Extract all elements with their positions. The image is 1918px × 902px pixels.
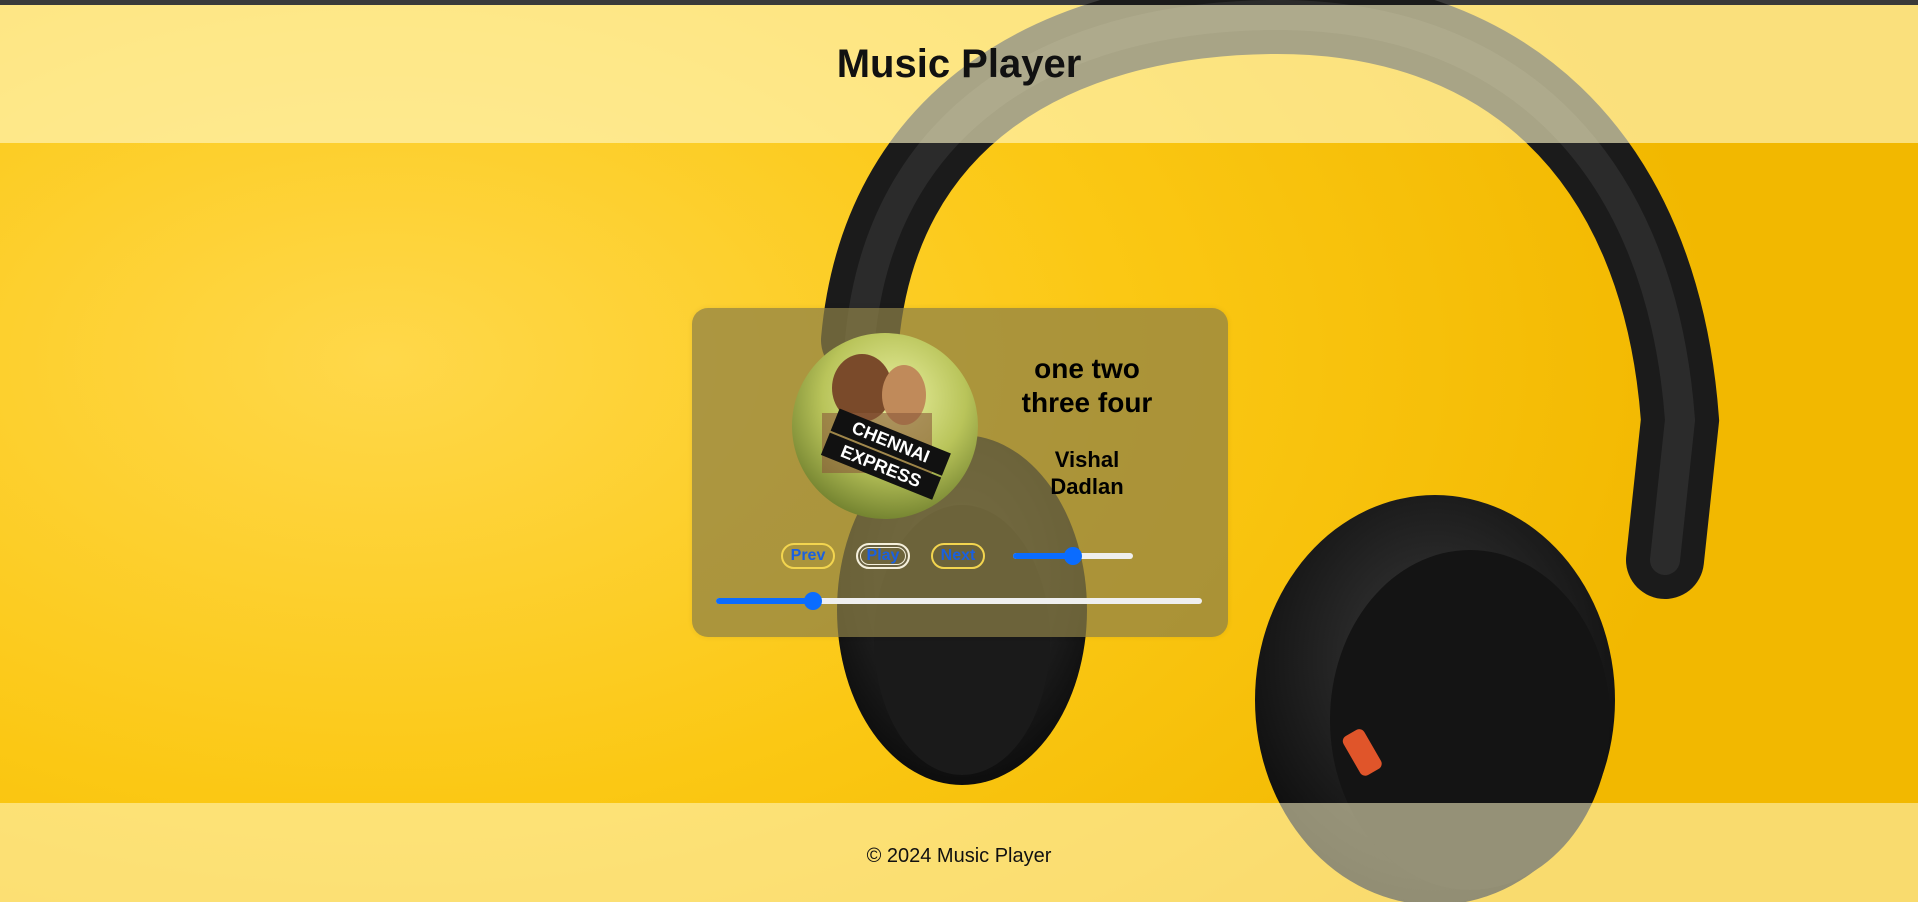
volume-slider[interactable] (1013, 547, 1133, 565)
site-header: Music Player (0, 5, 1918, 143)
album-cover: CHENNAI EXPRESS (792, 333, 978, 519)
track-artist: Vishal Dadlan (1050, 447, 1124, 499)
site-footer: © 2024 Music Player (0, 803, 1918, 902)
progress-slider-fill (716, 598, 814, 604)
album-cover-art: CHENNAI EXPRESS (792, 333, 978, 519)
track-info: one two three four Vishal Dadlan (1002, 352, 1172, 500)
music-player-card: CHENNAI EXPRESS one two three four Visha… (692, 308, 1228, 637)
play-button[interactable]: Play (856, 543, 910, 569)
copyright-text: © 2024 Music Player (866, 845, 1052, 867)
next-button[interactable]: Next (931, 543, 985, 569)
prev-button[interactable]: Prev (781, 543, 835, 569)
progress-slider-thumb[interactable] (804, 592, 823, 610)
progress-slider[interactable] (716, 592, 1202, 610)
track-title: one two three four (1021, 353, 1153, 418)
page-title: Music Player (836, 41, 1082, 86)
volume-slider-thumb[interactable] (1064, 547, 1082, 565)
